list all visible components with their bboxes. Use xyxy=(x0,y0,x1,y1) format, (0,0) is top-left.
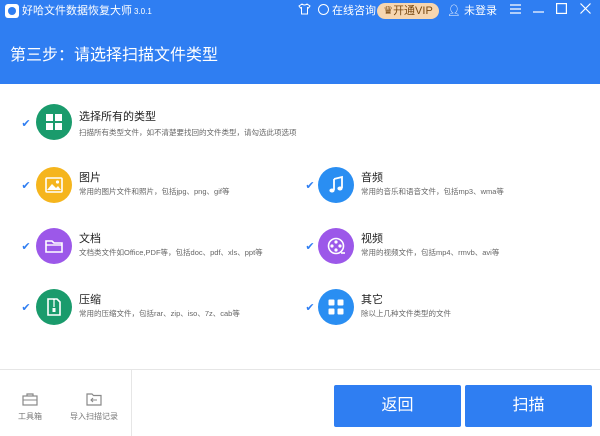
minimize-icon[interactable] xyxy=(531,3,545,19)
image-icon xyxy=(36,167,72,203)
vip-label: 开通VIP xyxy=(393,5,433,17)
import-icon xyxy=(86,392,102,406)
film-reel-icon xyxy=(318,228,354,264)
archive-desc: 常用的压缩文件，包括rar、zip、iso、7z、cab等 xyxy=(79,309,240,318)
zip-file-icon xyxy=(36,289,72,325)
audio-label: 音频 xyxy=(361,172,383,184)
user-icon: 👤︎ xyxy=(447,5,465,17)
chat-icon xyxy=(318,4,329,15)
online-consult-button[interactable]: 在线咨询 xyxy=(318,3,376,19)
image-label: 图片 xyxy=(79,172,101,184)
scan-button[interactable]: 扫描 xyxy=(465,385,592,427)
archive-checkbox[interactable]: ✔ xyxy=(20,302,32,314)
toolbox-icon xyxy=(22,392,38,406)
video-checkbox[interactable]: ✔ xyxy=(304,241,316,253)
apps-icon xyxy=(318,289,354,325)
footer-divider xyxy=(131,369,132,436)
consult-label: 在线咨询 xyxy=(332,5,376,17)
import-label: 导入扫描记录 xyxy=(70,412,118,421)
select-all-checkbox[interactable]: ✔ xyxy=(20,118,32,130)
other-label: 其它 xyxy=(361,294,383,306)
login-button[interactable]: 👤︎ 未登录 xyxy=(447,3,497,19)
video-label: 视频 xyxy=(361,233,383,245)
archive-label: 压缩 xyxy=(79,294,101,306)
audio-desc: 常用的音乐和语音文件，包括mp3、wma等 xyxy=(361,187,504,196)
music-icon xyxy=(318,167,354,203)
shirt-icon[interactable] xyxy=(297,3,311,19)
menu-icon[interactable] xyxy=(508,3,522,19)
select-all-label: 选择所有的类型 xyxy=(79,111,156,123)
toolbox-label: 工具箱 xyxy=(18,412,42,421)
app-name: 好哈文件数据恢复大师 xyxy=(22,5,132,17)
grid-icon xyxy=(36,104,72,140)
title-bar: 好哈文件数据恢复大师 3.0.1 在线咨询 ♛开通VIP 👤︎ 未登录 xyxy=(0,0,600,22)
other-checkbox[interactable]: ✔ xyxy=(304,302,316,314)
app-logo-icon xyxy=(5,4,19,18)
app-version: 3.0.1 xyxy=(134,7,152,16)
vip-crown-icon: ♛ xyxy=(383,5,394,17)
vip-button[interactable]: ♛开通VIP xyxy=(377,3,439,19)
app-title: 好哈文件数据恢复大师 3.0.1 xyxy=(22,4,152,19)
select-all-desc: 扫描所有类型文件，如不清楚要找回的文件类型，请勾选此项选项 xyxy=(79,128,297,137)
document-label: 文档 xyxy=(79,233,101,245)
step-title: 第三步：请选择扫描文件类型 xyxy=(10,47,219,64)
video-desc: 常用的视频文件，包括mp4、rmvb、avi等 xyxy=(361,248,500,257)
image-checkbox[interactable]: ✔ xyxy=(20,180,32,192)
close-icon[interactable] xyxy=(578,3,592,19)
document-checkbox[interactable]: ✔ xyxy=(20,241,32,253)
folder-icon xyxy=(36,228,72,264)
maximize-icon[interactable] xyxy=(554,3,568,19)
other-desc: 除以上几种文件类型的文件 xyxy=(361,309,451,318)
audio-checkbox[interactable]: ✔ xyxy=(304,180,316,192)
back-button[interactable]: 返回 xyxy=(334,385,461,427)
login-label: 未登录 xyxy=(464,5,498,17)
document-desc: 文档类文件如Office,PDF等，包括doc、pdf、xls、ppt等 xyxy=(79,248,263,257)
image-desc: 常用的图片文件和照片，包括jpg、png、gif等 xyxy=(79,187,230,196)
